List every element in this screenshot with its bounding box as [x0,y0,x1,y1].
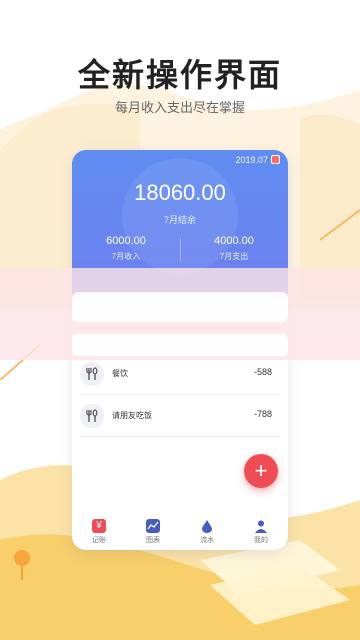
entry-amount: -788 [253,409,272,419]
add-record-button[interactable]: + [244,454,278,488]
expense-amount: 4000.00 [214,235,254,247]
expense-summary: 4000.00 7月支出 [180,235,288,262]
entry-amount: -588 [253,367,272,377]
chart-icon [146,519,160,533]
balance-amount: 18060.00 [134,180,226,205]
entry-name: 餐饮 [112,369,128,378]
tab-label: 流水 [200,537,214,544]
list-item[interactable]: 请朋友吃饭 -788 [80,402,280,430]
list-item[interactable]: 餐饮 -588 [80,360,280,388]
expense-label: 7月支出 [219,252,249,261]
user-icon [254,519,268,533]
income-amount: 6000.00 [106,235,146,247]
tab-label: 记账 [92,537,106,544]
month-label[interactable]: 2019.07 [235,155,268,165]
divider [80,394,280,395]
plus-icon: + [254,458,268,483]
balance-label: 7月结余 [163,215,196,225]
tab-mine[interactable]: 我的 [234,519,288,545]
tab-label: 图表 [146,537,160,544]
tab-bar: ¥ 记账 图表 流水 我的 [72,516,288,550]
promo-headline: 全新操作界面 [77,57,282,93]
overlay-row [72,292,288,322]
cutlery-icon [80,404,104,428]
tab-label: 我的 [254,537,268,544]
entry-name: 请朋友吃饭 [112,411,152,420]
tab-charts[interactable]: 图表 [126,519,180,545]
income-label: 7月收入 [111,252,141,261]
income-summary: 6000.00 7月收入 [72,235,180,262]
calendar-icon[interactable] [271,155,280,164]
divider [80,436,280,437]
tab-flow[interactable]: 流水 [180,519,234,545]
cutlery-icon [80,362,104,386]
promo-subheadline: 每月收入支出尽在掌握 [114,100,245,115]
yen-icon: ¥ [92,519,106,533]
drop-icon [200,519,214,533]
overlay-row [72,334,288,356]
tab-bookkeeping[interactable]: ¥ 记账 [72,519,126,545]
